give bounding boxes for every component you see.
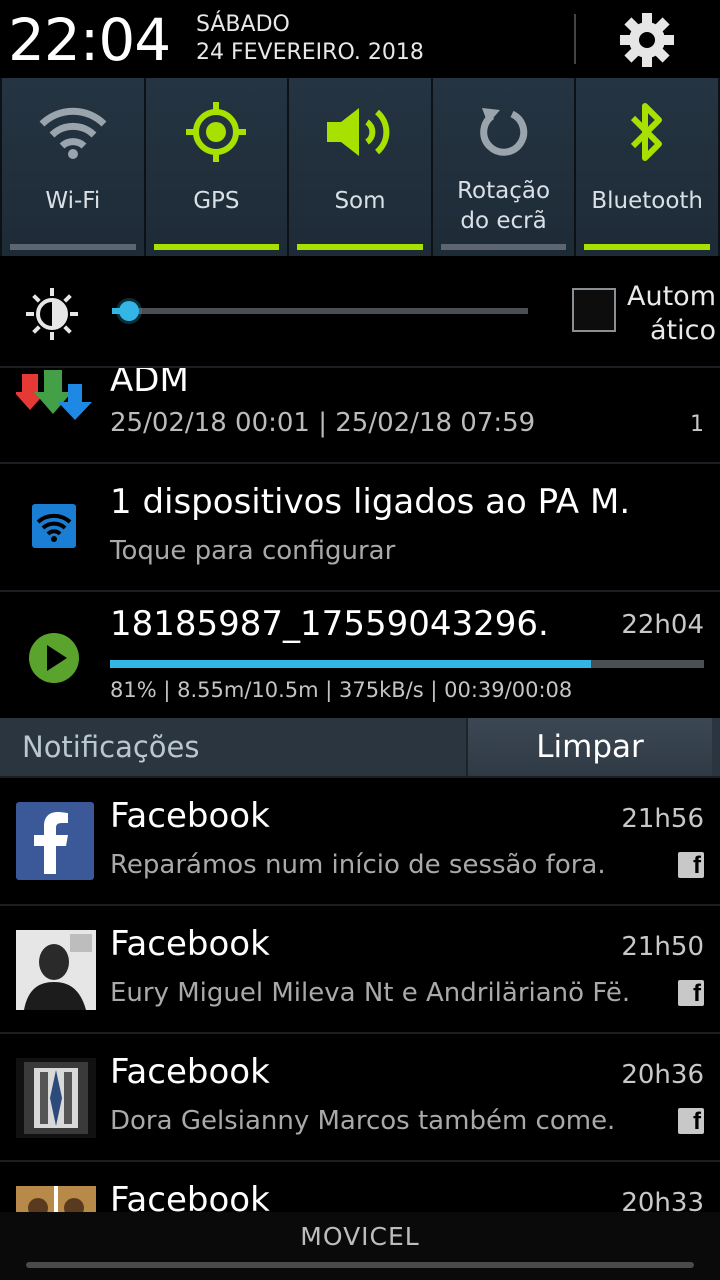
toggle-sound[interactable]: Som (289, 78, 431, 256)
avatar (16, 1058, 96, 1138)
download-filename: 18185987_17559043296. (110, 604, 549, 644)
auto-brightness-checkbox[interactable] (572, 288, 616, 332)
notification-title: Facebook (110, 796, 270, 836)
notifications-header: Notificações Limpar (0, 718, 720, 776)
toggle-indicator (297, 244, 423, 250)
facebook-badge-icon: f (678, 1108, 704, 1135)
toggle-rotation[interactable]: Rotação do ecrã (432, 78, 575, 256)
drag-handle[interactable] (26, 1262, 694, 1268)
toggle-label: Som (334, 188, 386, 214)
toggle-label: GPS (193, 188, 240, 214)
notification-item[interactable]: Facebook 20h33 (0, 1160, 720, 1212)
facebook-badge-icon: f (678, 852, 704, 879)
toggle-label: Bluetooth (591, 188, 703, 214)
avatar (16, 930, 96, 1010)
notification-text: Eury Miguel Mileva Nt e Andrilärianö Fë. (110, 978, 631, 1008)
download-progress-fill (110, 660, 591, 668)
notification-title: Facebook (110, 1052, 270, 1092)
quick-toggles: Wi-Fi GPS Som Rotação do ecrã Bluetooth (0, 78, 720, 256)
notification-item[interactable]: Facebook Eury Miguel Mileva Nt e Andrilä… (0, 904, 720, 1032)
clock: 22:04 (8, 6, 171, 74)
auto-brightness-label: Autom ático (627, 281, 716, 346)
notification-time: 21h56 (621, 804, 704, 834)
toggle-indicator (10, 244, 136, 250)
avatar (16, 1186, 96, 1212)
download-notification[interactable]: 18185987_17559043296. 22h04 81% | 8.55m/… (0, 590, 720, 718)
clear-button[interactable]: Limpar (466, 718, 712, 776)
status-header: 22:04 SÁBADO 24 FEVEREIRO. 2018 (0, 0, 720, 80)
toggle-indicator (440, 244, 567, 250)
toggle-bluetooth[interactable]: Bluetooth (576, 78, 718, 256)
rotation-icon (433, 100, 575, 164)
hotspot-wifi-icon (32, 504, 76, 548)
toggle-indicator (153, 244, 280, 250)
toggle-label: Wi-Fi (45, 188, 101, 214)
notification-title: Facebook (110, 924, 270, 964)
notification-time: 21h50 (621, 932, 704, 962)
notification-time: 20h36 (621, 1060, 704, 1090)
brightness-slider[interactable] (112, 301, 528, 321)
toggle-label: Rotação do ecrã (457, 178, 551, 234)
notification-title: Facebook (110, 1180, 270, 1212)
notification-time: 20h33 (621, 1188, 704, 1212)
adm-count: 1 (690, 412, 704, 437)
play-icon (28, 632, 80, 688)
hotspot-subtitle: Toque para configurar (110, 536, 396, 566)
hotspot-notification[interactable]: 1 dispositivos ligados ao PA M. Toque pa… (0, 462, 720, 590)
facebook-badge-icon: f (678, 980, 704, 1007)
notifications-title: Notificações (22, 730, 200, 764)
notification-text: Dora Gelsianny Marcos também come. (110, 1106, 616, 1136)
brightness-icon (24, 286, 80, 346)
carrier-label: MOVICEL (300, 1222, 420, 1251)
sound-icon (289, 100, 431, 164)
notification-item[interactable]: Facebook Reparámos num início de sessão … (0, 776, 720, 904)
download-progress-bar (110, 660, 704, 668)
notification-text: Reparámos num início de sessão fora. (110, 850, 606, 880)
carrier-footer: MOVICEL (0, 1212, 720, 1280)
adm-notification[interactable]: ADM 25/02/18 00:01 | 25/02/18 07:59 1 (0, 366, 720, 462)
notification-item[interactable]: Facebook Dora Gelsianny Marcos também co… (0, 1032, 720, 1160)
wifi-icon (2, 100, 144, 164)
toggle-gps[interactable]: GPS (145, 78, 288, 256)
toggle-wifi[interactable]: Wi-Fi (2, 78, 144, 256)
header-divider (574, 14, 576, 64)
settings-gear-icon[interactable] (614, 10, 680, 70)
hotspot-title: 1 dispositivos ligados ao PA M. (110, 482, 631, 522)
toggle-indicator (584, 244, 710, 250)
facebook-logo-icon (16, 802, 94, 880)
adm-download-icon (14, 370, 94, 440)
adm-title: ADM (110, 366, 189, 400)
bluetooth-icon (576, 100, 718, 164)
day-label: SÁBADO (196, 12, 290, 37)
adm-schedule: 25/02/18 00:01 | 25/02/18 07:59 (110, 408, 536, 438)
download-details: 81% | 8.55m/10.5m | 375kB/s | 00:39/00:0… (110, 678, 573, 702)
download-time: 22h04 (621, 610, 704, 640)
date-label: 24 FEVEREIRO. 2018 (196, 40, 424, 65)
gps-icon (146, 100, 288, 164)
brightness-slider-thumb[interactable] (119, 301, 139, 321)
